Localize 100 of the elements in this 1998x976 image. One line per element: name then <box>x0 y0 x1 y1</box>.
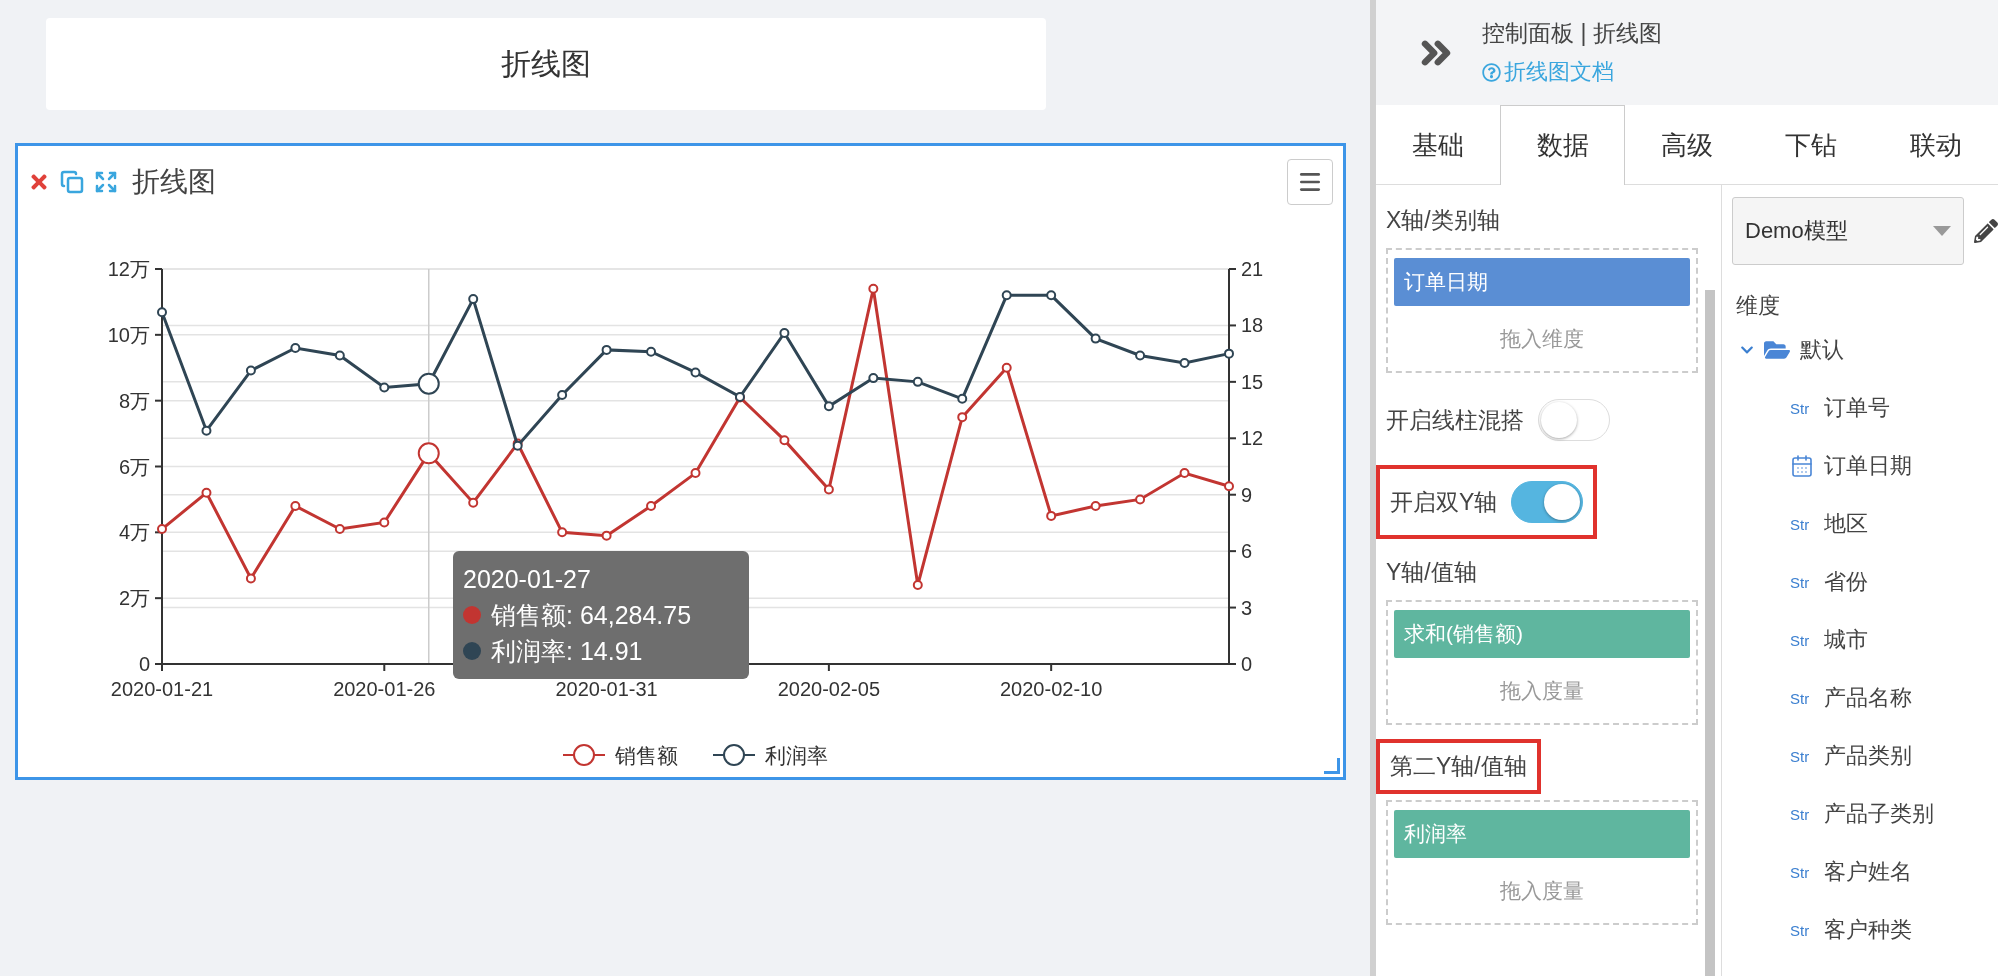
axis-label: 2020-01-26 <box>333 678 436 700</box>
data-point <box>1135 494 1146 505</box>
data-point <box>957 393 968 404</box>
data-point <box>1090 333 1101 344</box>
data-point <box>912 376 923 387</box>
data-point <box>601 530 612 541</box>
calendar-icon <box>1790 454 1814 478</box>
legend-line-icon[interactable] <box>562 744 606 766</box>
data-point <box>201 425 212 436</box>
data-point <box>1224 481 1234 492</box>
axis-label: 2020-01-31 <box>555 678 658 700</box>
axis-label: 8万 <box>118 389 150 412</box>
data-point <box>379 517 390 528</box>
data-point <box>201 487 212 498</box>
data-point <box>779 435 790 446</box>
data-point <box>417 372 440 395</box>
axis-label: 12 <box>1241 427 1264 450</box>
axis-label: 0 <box>138 653 150 675</box>
pencil-icon[interactable] <box>1974 219 1998 243</box>
data-point <box>1001 290 1012 301</box>
data-point <box>334 350 345 361</box>
tab[interactable]: 联动 <box>1873 105 1998 184</box>
data-point <box>646 346 657 357</box>
data-point <box>1046 290 1057 301</box>
data-point <box>957 412 968 423</box>
data-point <box>1135 350 1146 361</box>
tree-item[interactable]: Str 客户姓名 <box>1732 843 1998 901</box>
tab[interactable]: 高级 <box>1624 105 1750 184</box>
data-point <box>823 484 834 495</box>
data-point <box>290 343 301 353</box>
tree-item[interactable]: Str 地区 <box>1732 495 1998 553</box>
dimension-heading: 维度 <box>1736 292 1781 320</box>
legend-line-icon[interactable] <box>712 744 756 766</box>
tooltip-value: 销售额: 64,284.75 <box>491 600 692 631</box>
axis-label: 4万 <box>118 521 150 544</box>
data-point <box>734 391 745 402</box>
axis-label: 6 <box>1241 540 1253 563</box>
toggle-label: 开启双Y轴 <box>1390 487 1498 517</box>
toggle-switch[interactable] <box>1511 481 1584 523</box>
widget-title: 折线图 <box>132 165 216 199</box>
data-point <box>379 382 390 393</box>
data-point <box>823 401 834 412</box>
tree-folder[interactable]: 默认 <box>1732 321 1998 379</box>
data-point <box>468 294 479 305</box>
data-point <box>1224 348 1234 359</box>
legend-label[interactable]: 利润率 <box>765 744 828 767</box>
data-point <box>468 497 479 508</box>
data-point <box>157 307 167 318</box>
tab[interactable]: 下钻 <box>1749 105 1874 184</box>
tree-item[interactable]: Str 产品类别 <box>1732 727 1998 785</box>
data-point <box>912 580 923 590</box>
tab[interactable]: 数据 <box>1500 105 1625 185</box>
type-label: Str <box>1790 631 1811 649</box>
data-point <box>157 524 167 535</box>
data-point <box>779 327 790 338</box>
tree-item[interactable]: Str 订单号 <box>1732 379 1998 437</box>
axis-label: 3 <box>1241 596 1253 619</box>
tooltip-title: 2020-01-27 <box>463 564 592 595</box>
menu-button[interactable] <box>1287 159 1333 205</box>
type-label: Str <box>1790 573 1811 591</box>
tree-item[interactable]: Str 产品名称 <box>1732 669 1998 727</box>
tree-item[interactable]: Str 客户种类 <box>1732 901 1998 959</box>
section-label: X轴/类别轴 <box>1386 206 1500 235</box>
model-select[interactable]: Demo模型 <box>1732 197 1964 265</box>
drop-hint: 拖入维度 <box>1500 325 1584 352</box>
expand-icon[interactable] <box>94 170 118 194</box>
tree-item[interactable]: Str 产品子类别 <box>1732 785 1998 843</box>
data-point <box>1179 358 1190 369</box>
data-point <box>557 527 568 538</box>
type-label: Str <box>1790 515 1811 533</box>
type-label: Str <box>1790 921 1811 939</box>
resize-handle[interactable] <box>1324 758 1340 774</box>
data-point <box>290 501 301 511</box>
tree-item[interactable]: Str 省份 <box>1732 553 1998 611</box>
data-point <box>557 390 568 400</box>
copy-icon[interactable] <box>60 170 84 194</box>
section-label: Y轴/值轴 <box>1386 558 1477 587</box>
axis-label: 2020-02-05 <box>777 678 881 700</box>
axis-label: 21 <box>1241 258 1264 280</box>
toggle-label: 开启线柱混搭 <box>1386 405 1524 435</box>
data-point <box>1046 510 1057 521</box>
data-point <box>646 501 657 511</box>
data-point <box>245 365 256 376</box>
data-point <box>601 344 612 355</box>
data-point <box>334 524 345 535</box>
data-point <box>1090 501 1101 511</box>
axis-label: 18 <box>1241 314 1264 337</box>
legend-label[interactable]: 销售额 <box>615 744 678 767</box>
tab[interactable]: 基础 <box>1376 105 1501 184</box>
data-point <box>868 373 879 384</box>
drop-hint: 拖入度量 <box>1500 877 1584 904</box>
axis-label: 12万 <box>107 258 150 280</box>
data-point <box>245 573 256 584</box>
scrollbar[interactable] <box>1705 290 1715 976</box>
axis-label: 15 <box>1241 370 1264 393</box>
data-point <box>690 468 701 479</box>
tree-item[interactable]: Str 城市 <box>1732 611 1998 669</box>
tree-item[interactable]: 订单日期 <box>1732 437 1998 495</box>
data-point <box>1179 468 1190 479</box>
data-point <box>690 367 701 378</box>
